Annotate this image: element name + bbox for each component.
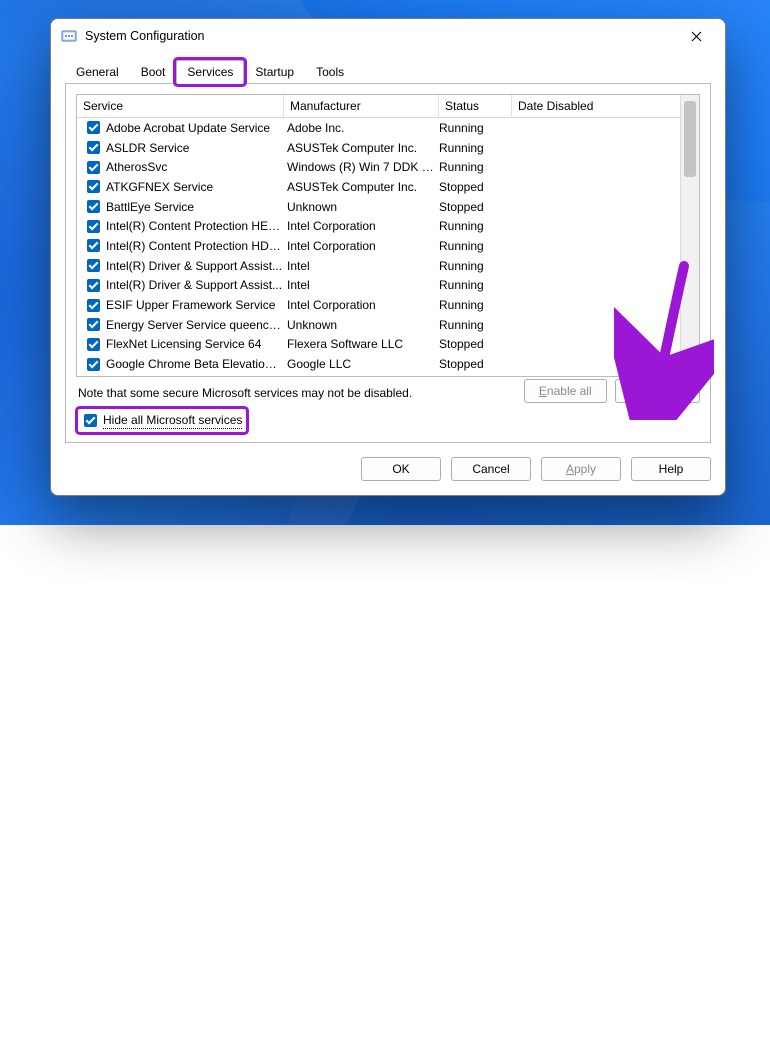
note-text: Note that some secure Microsoft services… [78, 386, 412, 400]
help-button[interactable]: Help [631, 457, 711, 481]
grid-rows: Adobe Acrobat Update ServiceAdobe Inc.Ru… [77, 118, 680, 376]
service-name: BattlEye Service [106, 200, 194, 214]
services-grid: Service Manufacturer Status Date Disable… [76, 94, 700, 377]
apply-button[interactable]: Apply [541, 457, 621, 481]
table-row[interactable]: ESIF Upper Framework Service Intel Corpor… [77, 295, 680, 315]
service-manufacturer: Unknown [287, 318, 439, 332]
service-checkbox[interactable] [87, 279, 100, 292]
service-checkbox[interactable] [87, 338, 100, 351]
service-status: Running [439, 318, 509, 332]
tab-startup[interactable]: Startup [244, 60, 305, 84]
tab-body: Service Manufacturer Status Date Disable… [65, 84, 711, 443]
scrollbar-thumb[interactable] [684, 101, 696, 177]
service-status: Stopped [439, 337, 509, 351]
table-row[interactable]: ASLDR Service ASUSTek Computer Inc.Runnin… [77, 138, 680, 158]
service-status: Running [439, 239, 509, 253]
service-name: FlexNet Licensing Service 64 [106, 337, 261, 351]
tab-general[interactable]: General [65, 60, 130, 84]
enable-all-button[interactable]: Enable all [524, 379, 607, 403]
disable-all-button[interactable]: Disable all [615, 379, 700, 403]
service-manufacturer: Adobe Inc. [287, 121, 439, 135]
service-status: Running [439, 121, 509, 135]
tab-tools[interactable]: Tools [305, 60, 355, 84]
service-manufacturer: ASUSTek Computer Inc. [287, 180, 439, 194]
system-configuration-window: System Configuration General Boot Servic… [50, 18, 726, 496]
service-status: Running [439, 219, 509, 233]
grid-header: Service Manufacturer Status Date Disable… [77, 95, 680, 118]
table-row[interactable]: ATKGFNEX Service ASUSTek Computer Inc.Sto… [77, 177, 680, 197]
service-manufacturer: Unknown [287, 200, 439, 214]
service-name: Google Chrome Beta Elevation S... [106, 357, 283, 371]
service-status: Running [439, 298, 509, 312]
col-status[interactable]: Status [439, 95, 512, 117]
service-checkbox[interactable] [87, 161, 100, 174]
tab-boot[interactable]: Boot [130, 60, 177, 84]
close-icon [691, 31, 702, 42]
service-manufacturer: ASUSTek Computer Inc. [287, 141, 439, 155]
service-manufacturer: Intel Corporation [287, 239, 439, 253]
hide-ms-services-label: Hide all Microsoft services [103, 413, 242, 429]
service-checkbox[interactable] [87, 239, 100, 252]
service-name: Intel(R) Driver & Support Assist... [106, 278, 282, 292]
dialog-buttons: OK Cancel Apply Help [51, 443, 725, 495]
service-status: Stopped [439, 357, 509, 371]
service-status: Running [439, 278, 509, 292]
service-status: Stopped [439, 180, 509, 194]
service-status: Stopped [439, 200, 509, 214]
service-name: ESIF Upper Framework Service [106, 298, 275, 312]
service-name: ATKGFNEX Service [106, 180, 213, 194]
close-button[interactable] [673, 20, 719, 52]
service-name: Intel(R) Driver & Support Assist... [106, 259, 282, 273]
service-name: ASLDR Service [106, 141, 189, 155]
table-row[interactable]: Intel(R) Driver & Support Assist... Intel… [77, 256, 680, 276]
table-row[interactable]: Adobe Acrobat Update Service Adobe Inc.Ru… [77, 118, 680, 138]
tab-strip: General Boot Services Startup Tools [65, 59, 711, 84]
window-title: System Configuration [85, 29, 205, 43]
col-service[interactable]: Service [77, 95, 284, 117]
col-date-disabled[interactable]: Date Disabled [512, 95, 680, 117]
service-status: Running [439, 259, 509, 273]
service-manufacturer: Intel [287, 259, 439, 273]
table-row[interactable]: Intel(R) Content Protection HECI... Intel… [77, 216, 680, 236]
titlebar: System Configuration [51, 19, 725, 53]
service-checkbox[interactable] [87, 180, 100, 193]
tab-area: General Boot Services Startup Tools Serv… [51, 53, 725, 443]
table-row[interactable]: Google Chrome Beta Elevation S... Google … [77, 354, 680, 374]
service-checkbox[interactable] [87, 358, 100, 371]
service-checkbox[interactable] [87, 220, 100, 233]
table-row[interactable]: Intel(R) Content Protection HDC... Intel … [77, 236, 680, 256]
service-checkbox[interactable] [87, 299, 100, 312]
tab-services[interactable]: Services [176, 60, 244, 84]
hide-ms-services-checkbox[interactable]: Hide all Microsoft services [78, 409, 246, 432]
table-row[interactable]: BattlEye Service UnknownStopped [77, 197, 680, 217]
service-checkbox[interactable] [87, 141, 100, 154]
service-name: AtherosSvc [106, 160, 167, 174]
col-manufacturer[interactable]: Manufacturer [284, 95, 439, 117]
app-icon [61, 28, 77, 44]
service-name: Adobe Acrobat Update Service [106, 121, 270, 135]
table-row[interactable]: AtherosSvc Windows (R) Win 7 DDK p...Runn… [77, 157, 680, 177]
service-checkbox[interactable] [87, 200, 100, 213]
service-manufacturer: Intel [287, 278, 439, 292]
service-status: Running [439, 141, 509, 155]
service-name: Intel(R) Content Protection HDC... [106, 239, 283, 253]
service-manufacturer: Intel Corporation [287, 298, 439, 312]
service-manufacturer: Flexera Software LLC [287, 337, 439, 351]
hide-ms-services-input[interactable] [84, 414, 97, 427]
service-status: Running [439, 160, 509, 174]
table-row[interactable]: Intel(R) Driver & Support Assist... Intel… [77, 276, 680, 296]
service-manufacturer: Intel Corporation [287, 219, 439, 233]
table-row[interactable]: FlexNet Licensing Service 64 Flexera Soft… [77, 335, 680, 355]
service-checkbox[interactable] [87, 318, 100, 331]
service-name: Energy Server Service queencreek [106, 318, 283, 332]
ok-button[interactable]: OK [361, 457, 441, 481]
service-name: Intel(R) Content Protection HECI... [106, 219, 283, 233]
scrollbar[interactable] [680, 95, 699, 376]
cancel-button[interactable]: Cancel [451, 457, 531, 481]
service-manufacturer: Windows (R) Win 7 DDK p... [287, 160, 439, 174]
service-manufacturer: Google LLC [287, 357, 439, 371]
service-checkbox[interactable] [87, 121, 100, 134]
service-checkbox[interactable] [87, 259, 100, 272]
table-row[interactable]: Energy Server Service queencreek UnknownR… [77, 315, 680, 335]
